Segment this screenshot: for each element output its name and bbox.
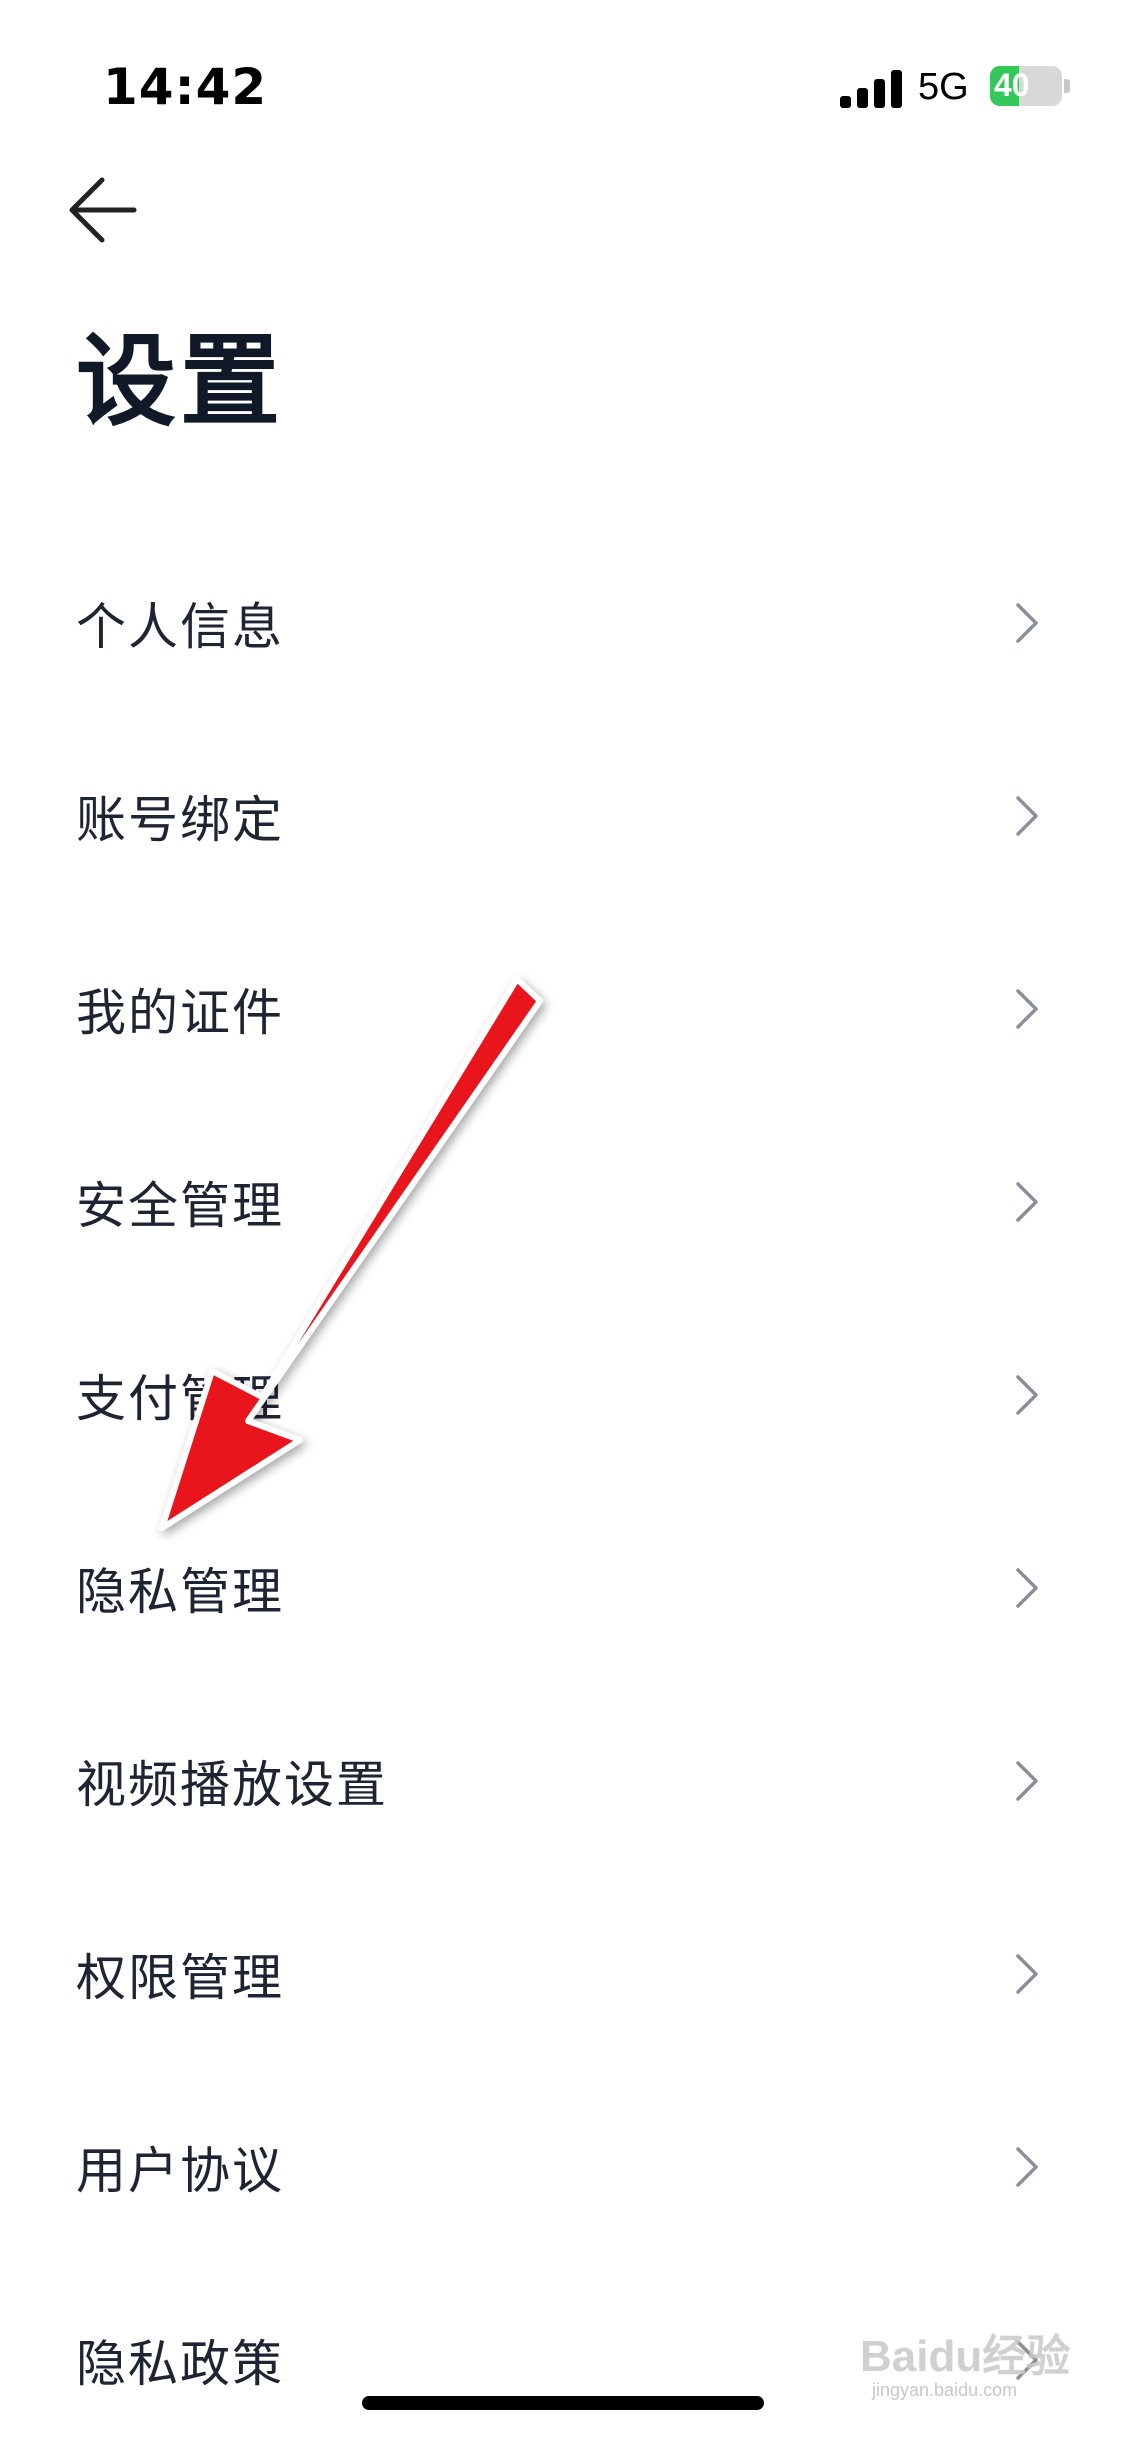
menu-item-security[interactable]: 安全管理 bbox=[0, 1105, 1125, 1298]
chevron-right-icon bbox=[1016, 988, 1038, 1029]
menu-item-privacy[interactable]: 隐私管理 bbox=[0, 1491, 1125, 1684]
menu-item-label: 支付管理 bbox=[76, 1369, 284, 1428]
chevron-right-icon bbox=[1016, 1567, 1038, 1608]
chevron-right-icon bbox=[1016, 2146, 1038, 2187]
menu-item-label: 我的证件 bbox=[76, 983, 284, 1042]
battery-cap bbox=[1064, 79, 1070, 93]
signal-icon bbox=[840, 70, 902, 108]
home-indicator[interactable] bbox=[362, 2396, 764, 2410]
page-title: 设置 bbox=[76, 323, 284, 440]
chevron-right-icon bbox=[1016, 602, 1038, 643]
battery-icon: 40 bbox=[990, 66, 1070, 106]
menu-item-label: 隐私管理 bbox=[76, 1562, 284, 1621]
arrow-left-icon bbox=[69, 177, 137, 243]
watermark-logo: Baidu经验 bbox=[860, 2332, 1071, 2381]
menu-item-label: 安全管理 bbox=[76, 1176, 284, 1235]
chevron-right-icon bbox=[1016, 1181, 1038, 1222]
battery-percent: 40 bbox=[994, 67, 1030, 103]
network-type: 5G bbox=[918, 66, 969, 108]
chevron-right-icon bbox=[1016, 1374, 1038, 1415]
watermark-url: jingyan.baidu.com bbox=[872, 2380, 1018, 2400]
chevron-right-icon bbox=[1016, 1953, 1038, 1994]
menu-item-video-playback[interactable]: 视频播放设置 bbox=[0, 1684, 1125, 1877]
menu-item-label: 视频播放设置 bbox=[76, 1755, 388, 1814]
menu-item-label: 账号绑定 bbox=[76, 790, 284, 849]
menu-item-account-binding[interactable]: 账号绑定 bbox=[0, 719, 1125, 912]
back-button[interactable] bbox=[62, 170, 142, 250]
status-time: 14:42 bbox=[103, 58, 268, 116]
chevron-right-icon bbox=[1016, 795, 1038, 836]
menu-item-personal-info[interactable]: 个人信息 bbox=[0, 526, 1125, 719]
menu-item-label: 个人信息 bbox=[76, 597, 284, 656]
menu-item-label: 用户协议 bbox=[76, 2141, 284, 2200]
chevron-right-icon bbox=[1016, 1760, 1038, 1801]
menu-item-permissions[interactable]: 权限管理 bbox=[0, 1877, 1125, 2070]
menu-item-user-agreement[interactable]: 用户协议 bbox=[0, 2070, 1125, 2263]
menu-item-label: 权限管理 bbox=[76, 1948, 284, 2007]
menu-item-my-documents[interactable]: 我的证件 bbox=[0, 912, 1125, 1105]
settings-menu: 个人信息 账号绑定 我的证件 安全管理 支付管理 隐私管理 视频播放设置 权限管… bbox=[0, 526, 1125, 2456]
menu-item-payment[interactable]: 支付管理 bbox=[0, 1298, 1125, 1491]
menu-item-label: 隐私政策 bbox=[76, 2334, 284, 2393]
